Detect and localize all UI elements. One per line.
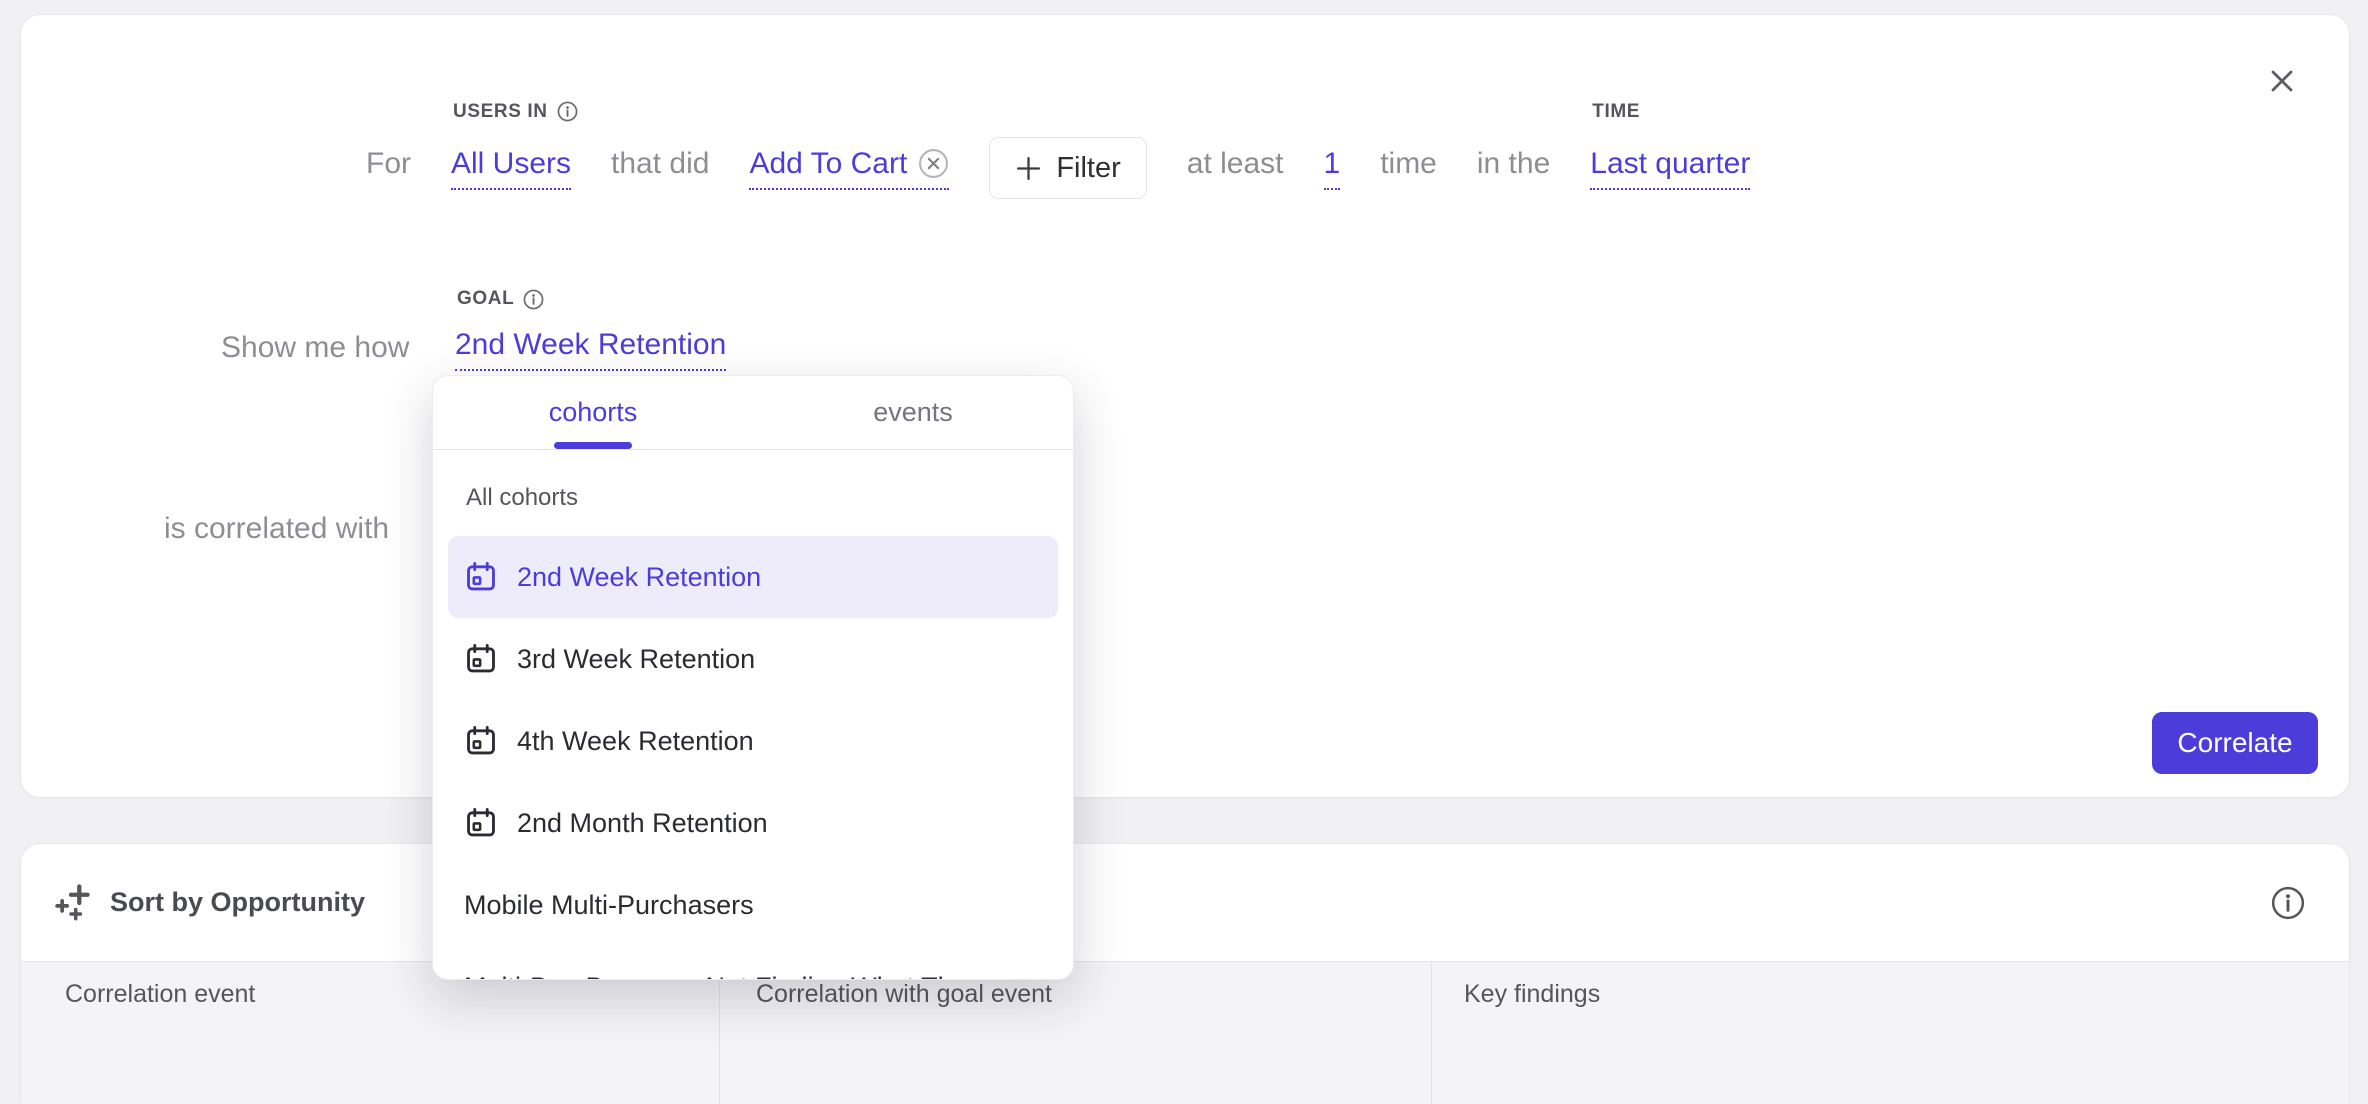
correlate-button[interactable]: Correlate	[2152, 712, 2318, 774]
tab-events[interactable]: events	[753, 376, 1073, 449]
cohort-option-label: 4th Week Retention	[517, 726, 754, 757]
cohort-option[interactable]: 2nd Week Retention	[448, 536, 1058, 618]
for-label: For	[366, 147, 411, 190]
in-the-label: in the	[1477, 147, 1550, 190]
cohort-group-label: All cohorts	[466, 484, 1073, 512]
correlation-builder-card: For USERS IN All Users that did Add To C…	[20, 14, 2350, 798]
cohort-option[interactable]: 2nd Month Retention	[448, 782, 1058, 864]
results-info-button[interactable]	[2271, 886, 2305, 920]
page: For USERS IN All Users that did Add To C…	[0, 0, 2368, 1008]
cohort-list: 2nd Week Retention 3rd Week Retention 4th …	[433, 536, 1073, 980]
results-card: Sort by Opportunity Correlation event Co…	[20, 843, 2350, 1103]
close-button[interactable]	[2265, 64, 2299, 98]
event-field: Add To Cart	[749, 147, 949, 190]
is-correlated-with-label: is correlated with	[164, 512, 389, 546]
time-section-label: TIME	[1592, 101, 1640, 123]
cohort-option[interactable]: Multi-Day Browsers Not Finding What They	[448, 946, 1058, 980]
event-value[interactable]: Add To Cart	[749, 147, 949, 190]
close-icon	[2269, 68, 2295, 94]
dropdown-tabs: cohorts events	[433, 376, 1073, 450]
count-value[interactable]: 1	[1324, 147, 1341, 190]
at-least-label: at least	[1187, 147, 1284, 190]
cohort-option[interactable]: 4th Week Retention	[448, 700, 1058, 782]
time-field: TIME Last quarter	[1590, 147, 1750, 190]
active-tab-indicator	[554, 442, 632, 449]
tab-events-label: events	[873, 397, 953, 428]
users-in-field: USERS IN All Users	[451, 147, 571, 190]
tab-cohorts[interactable]: cohorts	[433, 376, 753, 449]
users-in-label-text: USERS IN	[453, 101, 548, 123]
tab-cohorts-label: cohorts	[549, 397, 638, 428]
cohort-option[interactable]: Mobile Multi-Purchasers	[448, 864, 1058, 946]
that-did-label: that did	[611, 147, 709, 190]
info-icon[interactable]	[557, 101, 578, 122]
calendar-icon	[464, 560, 498, 594]
time-value[interactable]: Last quarter	[1590, 147, 1750, 190]
info-icon	[2271, 886, 2305, 920]
goal-picker-dropdown: cohorts events All cohorts 2nd Week Rete…	[432, 375, 1074, 980]
plus-icon	[1015, 155, 1042, 182]
filter-button-label: Filter	[1056, 152, 1120, 185]
cohort-option-label: Multi-Day Browsers Not Finding What They	[464, 972, 981, 981]
users-in-label: USERS IN	[453, 101, 578, 123]
column-header-correlation-with-goal: Correlation with goal event	[719, 962, 1431, 1104]
calendar-icon	[464, 642, 498, 676]
count-field: 1	[1324, 147, 1341, 190]
calendar-icon	[464, 806, 498, 840]
query-sentence: For USERS IN All Users that did Add To C…	[366, 136, 1750, 200]
column-header-key-findings: Key findings	[1431, 962, 2349, 1104]
results-table-header: Correlation event Correlation with goal …	[21, 961, 2349, 1104]
sparkles-icon	[55, 883, 95, 923]
info-icon[interactable]	[523, 289, 544, 310]
goal-label: GOAL	[457, 288, 544, 310]
goal-label-text: GOAL	[457, 288, 514, 310]
cohort-option-label: 2nd Month Retention	[517, 808, 768, 839]
calendar-icon	[464, 724, 498, 758]
time-unit-label: time	[1380, 147, 1437, 190]
time-section-label-text: TIME	[1592, 101, 1640, 123]
add-filter-button[interactable]: Filter	[989, 137, 1146, 199]
cohort-option-label: Mobile Multi-Purchasers	[464, 890, 754, 921]
cohort-option-label: 3rd Week Retention	[517, 644, 755, 675]
goal-value[interactable]: 2nd Week Retention	[455, 328, 726, 371]
results-header: Sort by Opportunity	[21, 844, 2349, 961]
sort-by-opportunity-label: Sort by Opportunity	[110, 887, 365, 918]
column-header-correlation-event: Correlation event	[21, 962, 719, 1104]
event-value-text: Add To Cart	[749, 147, 907, 181]
cohort-option-label: 2nd Week Retention	[517, 562, 761, 593]
show-me-how-label: Show me how	[221, 331, 409, 365]
users-value[interactable]: All Users	[451, 147, 571, 190]
goal-field: GOAL 2nd Week Retention	[455, 328, 726, 371]
remove-event-icon[interactable]	[918, 148, 949, 179]
cohort-option[interactable]: 3rd Week Retention	[448, 618, 1058, 700]
